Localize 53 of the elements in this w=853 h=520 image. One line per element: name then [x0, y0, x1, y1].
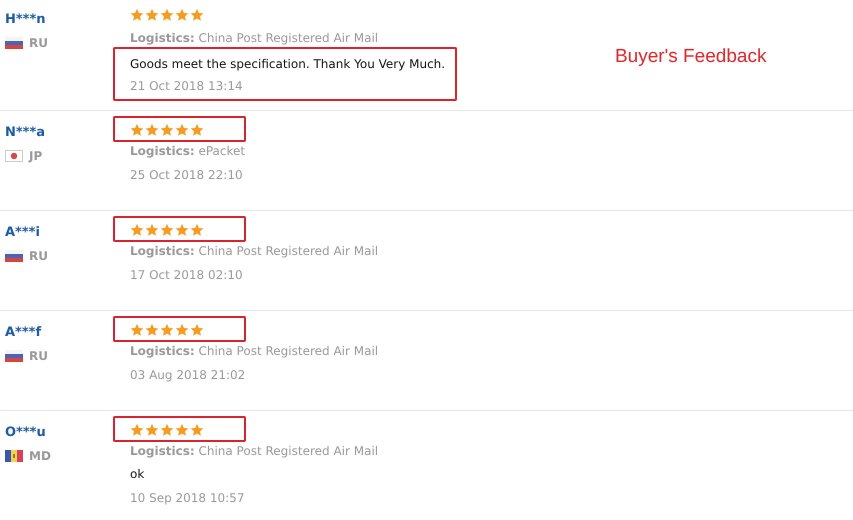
- star-icon: [175, 223, 189, 237]
- russia-flag-icon: [5, 37, 23, 49]
- star-icon: [190, 8, 204, 22]
- star-icon: [160, 423, 174, 437]
- logistics-info: Logistics: China Post Registered Air Mail: [130, 444, 378, 458]
- star-icon: [130, 323, 144, 337]
- buyer-name[interactable]: N***a: [5, 125, 46, 140]
- japan-flag-icon: [5, 150, 23, 162]
- star-icon: [145, 123, 159, 137]
- star-icon: [190, 323, 204, 337]
- review-comment: ok: [130, 467, 144, 481]
- review-date: 17 Oct 2018 02:10: [130, 268, 243, 282]
- logistics-info: Logistics: China Post Registered Air Mail: [130, 31, 378, 45]
- country-code: RU: [29, 349, 48, 363]
- review-date: 21 Oct 2018 13:14: [130, 79, 244, 93]
- moldova-flag-icon: [5, 450, 23, 462]
- star-icon: [160, 8, 174, 22]
- annotation-label: Buyer's Feedback: [615, 46, 766, 68]
- logistics-info: Logistics: China Post Registered Air Mail: [130, 344, 378, 358]
- buyer-name[interactable]: A***f: [5, 325, 42, 340]
- star-icon: [130, 423, 144, 437]
- country-code: JP: [29, 149, 42, 163]
- star-icon: [130, 8, 144, 22]
- country-code: MD: [29, 449, 51, 463]
- star-icon: [175, 123, 189, 137]
- star-icon: [175, 423, 189, 437]
- russia-flag-icon: [5, 250, 23, 262]
- logistics-info: Logistics: ePacket: [130, 144, 246, 158]
- star-icon: [145, 423, 159, 437]
- star-icon: [190, 223, 204, 237]
- star-icon: [145, 323, 159, 337]
- country-code: RU: [29, 36, 48, 50]
- review-date: 03 Aug 2018 21:02: [130, 368, 246, 382]
- buyer-name[interactable]: O***u: [5, 425, 46, 440]
- buyer-name[interactable]: H***n: [5, 12, 46, 27]
- review-comment: Goods meet the specification. Thank You Very Much.: [130, 57, 446, 71]
- star-icon: [160, 123, 174, 137]
- star-icon: [130, 123, 144, 137]
- buyer-name[interactable]: A***i: [5, 225, 40, 240]
- review-date: 25 Oct 2018 22:10: [130, 168, 243, 182]
- star-icon: [160, 223, 174, 237]
- star-icon: [145, 223, 159, 237]
- review-date: 10 Sep 2018 10:57: [130, 491, 244, 505]
- star-icon: [175, 323, 189, 337]
- star-icon: [160, 323, 174, 337]
- star-icon: [145, 8, 159, 22]
- star-icon: [175, 8, 189, 22]
- star-icon: [130, 223, 144, 237]
- russia-flag-icon: [5, 350, 23, 362]
- country-code: RU: [29, 249, 48, 263]
- star-icon: [190, 423, 204, 437]
- star-icon: [190, 123, 204, 137]
- logistics-info: Logistics: China Post Registered Air Mail: [130, 244, 378, 258]
